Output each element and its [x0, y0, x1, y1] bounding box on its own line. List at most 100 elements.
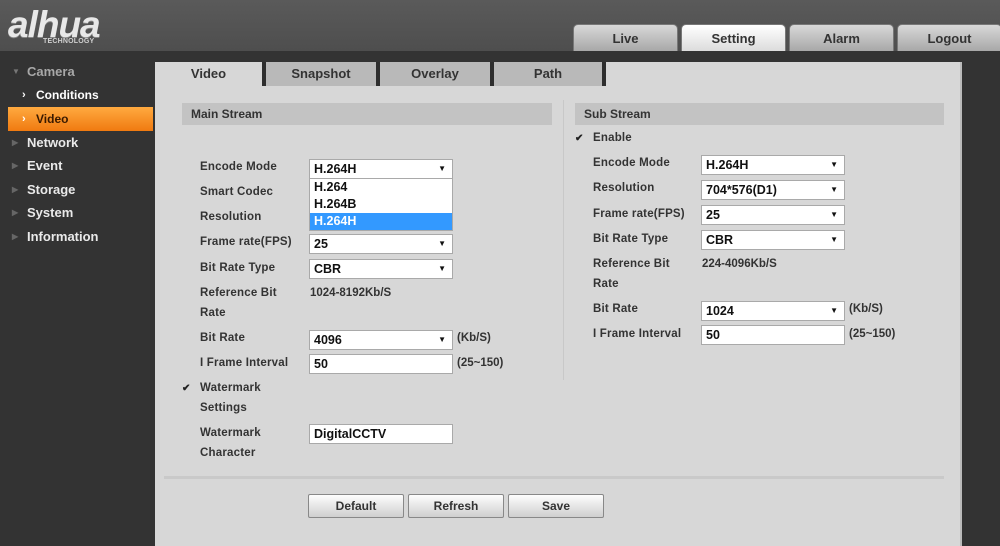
dropdown-caret-icon: ▼ [438, 164, 446, 173]
main-reference-bit-rate-label-2: Rate [200, 307, 226, 319]
sub-bit-rate-unit: (Kb/S) [849, 303, 883, 315]
main-bit-rate-type-select[interactable]: CBR ▼ [309, 259, 453, 279]
sub-bit-rate-select[interactable]: 1024 ▼ [701, 301, 845, 321]
sidebar-item-storage[interactable]: ▶ Storage [0, 178, 155, 202]
main-encode-mode-select[interactable]: H.264H ▼ [309, 159, 453, 179]
refresh-button[interactable]: Refresh [408, 494, 504, 518]
main-encode-mode-dropdown: H.264 H.264B H.264H [309, 178, 453, 231]
stream-divider [563, 100, 564, 380]
main-bit-rate-label: Bit Rate [200, 332, 246, 344]
sidebar: ▼ Camera › Conditions › Video ▶ Network … [0, 60, 155, 248]
expanded-triangle-icon: ▼ [12, 67, 20, 77]
collapsed-triangle-icon: ▶ [12, 208, 19, 218]
sidebar-item-label: System [27, 205, 74, 221]
footer-divider [164, 476, 944, 479]
dropdown-caret-icon: ▼ [830, 160, 838, 169]
main-bit-rate-type-label: Bit Rate Type [200, 262, 276, 274]
sub-reference-bit-rate-label: Reference Bit [593, 258, 670, 270]
watermark-character-label-2: Character [200, 447, 256, 459]
sub-stream-enable-label: Enable [593, 132, 632, 144]
sub-i-frame-interval-input[interactable]: 50 [701, 325, 845, 345]
sub-reference-bit-rate-label-2: Rate [593, 278, 619, 290]
nav-live-button[interactable]: Live [573, 24, 678, 51]
encode-option-h264b[interactable]: H.264B [310, 196, 452, 213]
main-bit-rate-type-value: CBR [314, 262, 342, 276]
collapsed-triangle-icon: ▶ [12, 161, 19, 171]
main-frame-rate-value: 25 [314, 237, 328, 251]
sub-stream-enable-checkbox[interactable]: ✔ [575, 133, 586, 144]
main-stream-header: Main Stream [182, 103, 552, 125]
sidebar-item-camera[interactable]: ▼ Camera [0, 60, 155, 84]
tab-overlay[interactable]: Overlay [380, 62, 494, 86]
video-tabs: Video Snapshot Overlay Path [155, 62, 606, 86]
sub-frame-rate-select[interactable]: 25 ▼ [701, 205, 845, 225]
sub-encode-mode-select[interactable]: H.264H ▼ [701, 155, 845, 175]
sub-bit-rate-type-label: Bit Rate Type [593, 233, 669, 245]
sidebar-item-video[interactable]: › Video [8, 107, 153, 131]
sidebar-item-event[interactable]: ▶ Event [0, 154, 155, 178]
top-navigation: Live Setting Alarm Logout [573, 24, 1000, 51]
nav-alarm-button[interactable]: Alarm [789, 24, 894, 51]
sidebar-item-conditions[interactable]: › Conditions [0, 84, 155, 108]
main-bit-rate-select[interactable]: 4096 ▼ [309, 330, 453, 350]
main-frame-rate-select[interactable]: 25 ▼ [309, 234, 453, 254]
sidebar-item-network[interactable]: ▶ Network [0, 131, 155, 155]
main-frame-rate-label: Frame rate(FPS) [200, 236, 292, 248]
save-button[interactable]: Save [508, 494, 604, 518]
sub-frame-rate-label: Frame rate(FPS) [593, 208, 685, 220]
watermark-character-label: Watermark [200, 427, 261, 439]
main-i-frame-interval-range: (25~150) [457, 357, 504, 369]
main-encode-mode-value: H.264H [314, 162, 357, 176]
nav-setting-button[interactable]: Setting [681, 24, 786, 51]
dropdown-caret-icon: ▼ [830, 210, 838, 219]
dropdown-caret-icon: ▼ [438, 335, 446, 344]
dropdown-caret-icon: ▼ [438, 264, 446, 273]
watermark-character-input[interactable]: DigitalCCTV [309, 424, 453, 444]
encode-option-h264h[interactable]: H.264H [310, 213, 452, 230]
main-bit-rate-unit: (Kb/S) [457, 332, 491, 344]
watermark-settings-label: Watermark [200, 382, 261, 394]
encode-option-h264[interactable]: H.264 [310, 179, 452, 196]
default-button[interactable]: Default [308, 494, 404, 518]
sub-encode-mode-value: H.264H [706, 158, 749, 172]
sidebar-item-label: Network [27, 134, 79, 150]
main-smart-codec-label: Smart Codec [200, 186, 274, 198]
main-i-frame-interval-input[interactable]: 50 [309, 354, 453, 374]
sidebar-item-information[interactable]: ▶ Information [0, 225, 155, 249]
sub-bit-rate-type-select[interactable]: CBR ▼ [701, 230, 845, 250]
sub-resolution-label: Resolution [593, 182, 655, 194]
main-reference-bit-rate-value: 1024-8192Kb/S [310, 287, 392, 299]
main-resolution-label: Resolution [200, 211, 262, 223]
sub-resolution-select[interactable]: 704*576(D1) ▼ [701, 180, 845, 200]
watermark-settings-checkbox[interactable]: ✔ [182, 383, 193, 394]
sidebar-item-label: Information [27, 228, 99, 244]
dropdown-caret-icon: ▼ [438, 239, 446, 248]
sub-bit-rate-label: Bit Rate [593, 303, 639, 315]
main-bit-rate-value: 4096 [314, 333, 342, 347]
logo-tagline: TECHNOLOGY [43, 38, 95, 45]
sidebar-item-label: Camera [27, 64, 75, 80]
dropdown-caret-icon: ▼ [830, 185, 838, 194]
tab-snapshot[interactable]: Snapshot [266, 62, 380, 86]
sidebar-item-system[interactable]: ▶ System [0, 201, 155, 225]
sub-bit-rate-value: 1024 [706, 304, 734, 318]
sub-i-frame-interval-label: I Frame Interval [593, 328, 682, 340]
sub-stream-header: Sub Stream [575, 103, 944, 125]
sidebar-item-label: Video [36, 111, 69, 126]
sidebar-item-label: Storage [27, 181, 76, 197]
sidebar-item-label: Event [27, 158, 63, 174]
sub-resolution-value: 704*576(D1) [706, 183, 777, 197]
tab-path[interactable]: Path [494, 62, 606, 86]
collapsed-triangle-icon: ▶ [12, 231, 19, 241]
chevron-right-icon: › [22, 89, 26, 102]
nav-logout-button[interactable]: Logout [897, 24, 1000, 51]
sub-encode-mode-label: Encode Mode [593, 157, 670, 169]
sub-bit-rate-type-value: CBR [706, 233, 734, 247]
collapsed-triangle-icon: ▶ [12, 137, 19, 147]
sub-frame-rate-value: 25 [706, 208, 720, 222]
dropdown-caret-icon: ▼ [830, 235, 838, 244]
dropdown-caret-icon: ▼ [830, 306, 838, 315]
collapsed-triangle-icon: ▶ [12, 184, 19, 194]
tab-video[interactable]: Video [155, 62, 266, 86]
main-reference-bit-rate-label: Reference Bit [200, 287, 277, 299]
